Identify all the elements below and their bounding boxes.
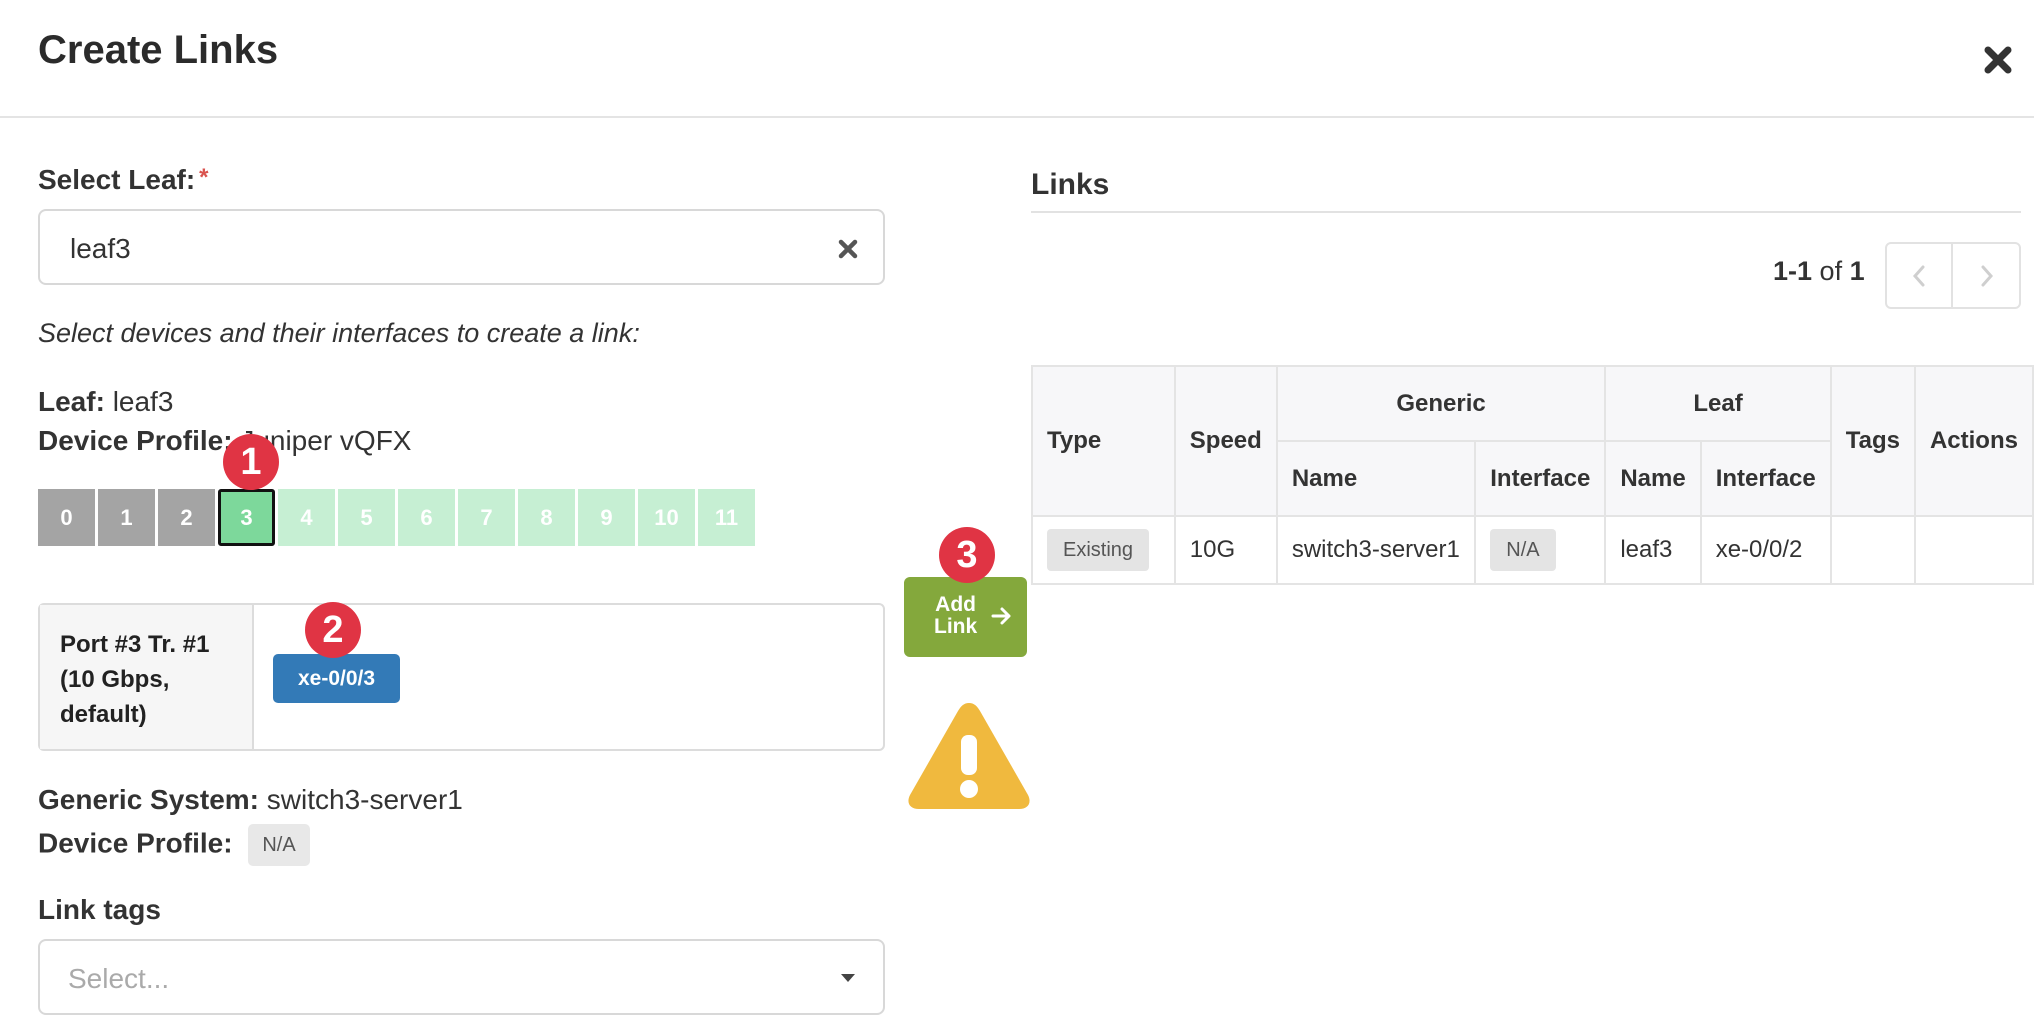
cell-type: Existing (1031, 515, 1176, 585)
port-8[interactable]: 8 (518, 489, 575, 546)
cell-tags (1829, 515, 1916, 585)
next-page-button[interactable] (1954, 244, 2020, 307)
port-3[interactable]: 3 (218, 489, 275, 546)
pager-summary: 1-1 of 1 (1773, 256, 1865, 287)
links-table: Type Speed Generic Leaf Tags Actions Nam… (1031, 365, 2034, 585)
generic-system-value: switch3-server1 (266, 784, 463, 815)
add-link-label: Add Link (934, 594, 977, 638)
col-leaf: Leaf (1604, 365, 1832, 442)
chevron-left-icon (1912, 265, 1925, 286)
generic-system-label: Generic System: (38, 784, 259, 815)
port-0[interactable]: 0 (38, 489, 95, 546)
clear-icon[interactable] (836, 237, 860, 261)
col-leaf-name: Name (1604, 440, 1702, 517)
leaf-info: Leaf: leaf3 (38, 386, 173, 418)
generic-system-info: Generic System: switch3-server1 (38, 784, 463, 816)
add-link-button[interactable]: Add Link (904, 577, 1027, 657)
chevron-down-icon (841, 974, 855, 982)
add-link-line: Add (935, 593, 976, 616)
port-panel: Port #3 Tr. #1 (10 Gbps, default) xe-0/0… (38, 603, 885, 751)
pager-of: of (1819, 256, 1843, 286)
step-badge-2: 2 (305, 602, 361, 658)
table-row: Existing 10G switch3-server1 N/A leaf3 x… (1031, 515, 2034, 585)
port-4[interactable]: 4 (278, 489, 335, 546)
col-generic: Generic (1275, 365, 1607, 442)
port-label-line: (10 Gbps, (60, 666, 170, 693)
warning-icon (908, 703, 1030, 809)
port-2[interactable]: 2 (158, 489, 215, 546)
leaf-profile-label: Device Profile: (38, 425, 233, 456)
port-1[interactable]: 1 (98, 489, 155, 546)
select-leaf-label: Select Leaf: * (38, 164, 209, 196)
arrow-right-icon (991, 607, 1011, 625)
link-tags-placeholder: Select... (68, 963, 170, 994)
leaf-select-value: leaf3 (70, 233, 131, 264)
generic-profile-label: Device Profile: (38, 827, 233, 859)
link-tags-select[interactable]: Select... (38, 939, 885, 1015)
port-10[interactable]: 10 (638, 489, 695, 546)
prev-page-button[interactable] (1887, 244, 1953, 307)
cell-actions (1913, 515, 2034, 585)
leaf-info-label: Leaf: (38, 386, 105, 417)
pager-total: 1 (1849, 256, 1865, 286)
port-panel-label: Port #3 Tr. #1 (10 Gbps, default) (40, 605, 254, 749)
port-11[interactable]: 11 (698, 489, 755, 546)
port-9[interactable]: 9 (578, 489, 635, 546)
col-speed: Speed (1173, 365, 1278, 517)
generic-device-profile: Device Profile: N/A (38, 824, 310, 866)
col-generic-name: Name (1275, 440, 1477, 517)
add-link-line: Link (934, 615, 978, 638)
step-badge-1: 1 (223, 434, 279, 490)
generic-profile-badge: N/A (248, 824, 310, 866)
cell-generic-interface: N/A (1474, 515, 1607, 585)
cell-generic-name: switch3-server1 (1275, 515, 1477, 585)
col-generic-interface: Interface (1474, 440, 1607, 517)
cell-speed: 10G (1173, 515, 1278, 585)
generic-interface-badge: N/A (1490, 529, 1556, 571)
close-icon[interactable] (1980, 42, 2016, 78)
port-label-line: default) (60, 701, 147, 728)
links-title: Links (1031, 168, 1110, 201)
leaf-info-value: leaf3 (112, 386, 174, 417)
cell-leaf-name: leaf3 (1604, 515, 1702, 585)
leaf-select[interactable]: leaf3 (38, 209, 885, 285)
port-label-line: Port #3 Tr. #1 (60, 631, 210, 658)
dialog-title: Create Links (38, 28, 279, 72)
link-tags-label: Link tags (38, 894, 161, 925)
type-badge: Existing (1047, 529, 1150, 571)
step-badge-3: 3 (939, 527, 995, 583)
chevron-right-icon (1981, 265, 1994, 286)
pager-range: 1-1 (1773, 256, 1813, 286)
instructions-text: Select devices and their interfaces to c… (38, 318, 640, 348)
col-leaf-interface: Interface (1699, 440, 1832, 517)
required-mark: * (199, 164, 209, 191)
port-5[interactable]: 5 (338, 489, 395, 546)
links-divider (1031, 211, 2021, 213)
select-leaf-label-text: Select Leaf: (38, 164, 196, 195)
col-actions: Actions (1913, 365, 2034, 517)
cell-leaf-interface: xe-0/0/2 (1699, 515, 1832, 585)
port-6[interactable]: 6 (398, 489, 455, 546)
col-type: Type (1031, 365, 1176, 517)
port-7[interactable]: 7 (458, 489, 515, 546)
pager (1885, 242, 2021, 309)
col-tags: Tags (1829, 365, 1916, 517)
interface-button[interactable]: xe-0/0/3 (273, 654, 400, 703)
dialog-header: Create Links (0, 0, 2034, 118)
